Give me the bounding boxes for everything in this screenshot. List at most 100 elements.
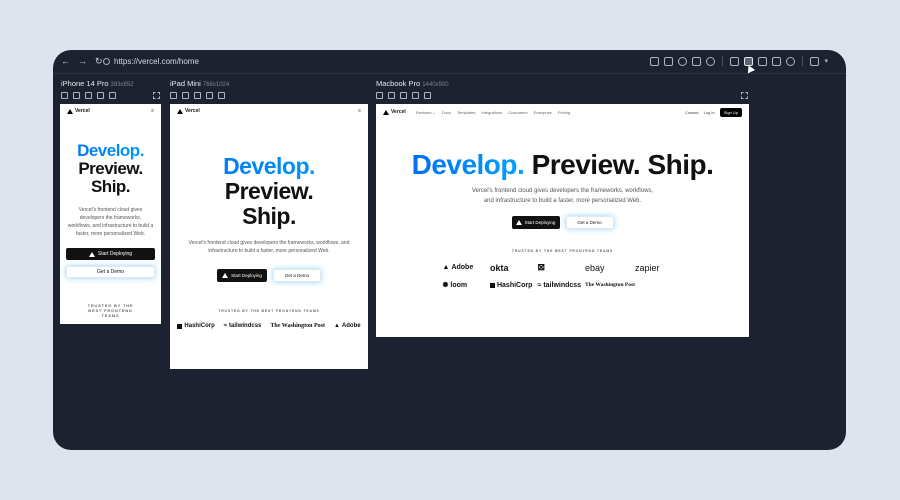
site-nav: Vercel Features ⌄ Docs Templates Integra…: [376, 104, 749, 120]
get-demo-button[interactable]: Get a Demo: [273, 269, 321, 282]
vercel-logo[interactable]: Vercel: [67, 108, 90, 114]
hero-buttons: Start Deploying Get a Demo: [376, 216, 749, 229]
hero-description: Vercel's frontend cloud gives developers…: [188, 240, 350, 254]
chevron-down-icon[interactable]: ▾: [824, 57, 828, 65]
device-name: Macbook Pro: [376, 79, 421, 88]
star-icon[interactable]: [706, 56, 716, 66]
trusted-heading: TRUSTED BY THE BEST FRONTEND TEAMS: [511, 249, 614, 253]
copy-icon[interactable]: [109, 92, 116, 99]
under-armour-icon: ⊠: [537, 262, 546, 272]
washington-post-logo: The Washington Post: [584, 282, 635, 288]
device-name: iPad Mini: [170, 79, 201, 88]
address-bar[interactable]: https://vercel.com/home: [103, 57, 199, 66]
menu-icon[interactable]: ≡: [151, 108, 154, 114]
get-demo-button[interactable]: Get a Demo: [66, 266, 155, 278]
code-icon[interactable]: [412, 92, 419, 99]
wifi-icon[interactable]: [678, 56, 688, 66]
forward-button[interactable]: →: [78, 56, 87, 67]
device-label-iphone: iPhone 14 Pro 393x852: [61, 79, 134, 88]
iphone-frame: Vercel ≡ Develop. Preview. Ship. Vercel'…: [60, 104, 161, 324]
code-icon[interactable]: [206, 92, 213, 99]
adobe-logo: ▲ Adobe: [333, 323, 361, 329]
hero-heading: Develop. Preview. Ship.: [170, 154, 368, 229]
nav-customers[interactable]: Customers: [508, 110, 527, 115]
vercel-logo[interactable]: Vercel: [383, 109, 406, 115]
rotate-icon[interactable]: [170, 92, 177, 99]
camera-icon[interactable]: [182, 92, 189, 99]
adobe-logo: ▲ Adobe: [442, 264, 474, 271]
code-icon[interactable]: [97, 92, 104, 99]
menu-icon[interactable]: ≡: [358, 108, 361, 114]
tailwind-wave-icon: ≈: [223, 323, 228, 329]
expand-icon[interactable]: [741, 92, 748, 99]
toolbar-divider: [722, 56, 724, 66]
start-deploying-button[interactable]: Start Deploying: [511, 216, 560, 229]
screenshot-active-icon[interactable]: [744, 56, 756, 73]
contact-link[interactable]: Contact: [685, 110, 699, 115]
rotate-icon[interactable]: [376, 92, 383, 99]
washington-post-logo: The Washington Post: [270, 323, 325, 329]
nav-features[interactable]: Features ⌄: [416, 110, 436, 115]
responsive-icon[interactable]: [650, 56, 660, 66]
nav-pricing[interactable]: Pricing: [558, 110, 570, 115]
login-link[interactable]: Log In: [704, 110, 715, 115]
edit-icon[interactable]: [400, 92, 407, 99]
camera-icon[interactable]: [388, 92, 395, 99]
camera-icon[interactable]: [73, 92, 80, 99]
home-icon[interactable]: [692, 56, 702, 66]
logo-grid: ▲ Adobe okta ⊠ ebay zapier ✺ loom HashiCor…: [443, 262, 683, 289]
ipad-frame: Vercel ≡ Develop. Preview. Ship. Vercel'…: [170, 104, 368, 369]
layers-icon[interactable]: [786, 56, 796, 66]
nav-enterprise[interactable]: Enterprise: [534, 110, 552, 115]
device-tools-ipad: [170, 92, 225, 99]
layout-icon[interactable]: [810, 56, 820, 66]
edit-icon[interactable]: [85, 92, 92, 99]
file-icon[interactable]: [772, 56, 782, 66]
camera-icon[interactable]: [758, 56, 768, 66]
reload-button[interactable]: ↻: [95, 56, 103, 67]
device-tools-macbook: [376, 92, 431, 99]
start-deploying-button[interactable]: Start Deploying: [217, 269, 267, 282]
hero-description: Vercel's frontend cloud gives developers…: [67, 207, 154, 237]
rotate-icon[interactable]: [61, 92, 68, 99]
adobe-icon: ▲: [333, 323, 340, 329]
rotate-icon[interactable]: [730, 56, 740, 66]
device-icon[interactable]: [664, 56, 674, 66]
vercel-triangle-icon: [222, 273, 229, 278]
mouse-cursor-icon: [745, 63, 756, 73]
globe-icon: [103, 58, 110, 65]
device-dims: 1440x900: [422, 82, 449, 88]
hero-description: Vercel's frontend cloud gives developers…: [471, 188, 654, 204]
zapier-logo: zapier: [635, 262, 660, 273]
nav-integrations[interactable]: Integrations: [481, 110, 502, 115]
nav-left: Vercel Features ⌄ Docs Templates Integra…: [383, 109, 570, 115]
hashicorp-logo: HashiCorp: [489, 281, 538, 289]
get-demo-button[interactable]: Get a Demo: [565, 216, 614, 229]
edit-icon[interactable]: [194, 92, 201, 99]
start-deploying-button[interactable]: Start Deploying: [66, 248, 155, 260]
copy-icon[interactable]: [424, 92, 431, 99]
vercel-logo[interactable]: Vercel: [177, 108, 200, 114]
nav-buttons: ← → ↻: [61, 56, 103, 67]
tailwindcss-logo: ≈ tailwindcss: [223, 323, 262, 329]
nav-templates[interactable]: Templates: [457, 110, 475, 115]
site-nav: Vercel ≡: [170, 104, 368, 118]
hashicorp-icon: [489, 282, 495, 288]
loom-logo: ✺ loom: [442, 281, 468, 290]
ebay-logo: ebay: [584, 262, 605, 273]
tailwind-wave-icon: ≈: [537, 281, 542, 289]
expand-icon[interactable]: [153, 92, 160, 99]
hero-heading: Develop. Preview. Ship.: [411, 149, 714, 180]
toolbar-divider: [802, 56, 804, 66]
back-button[interactable]: ←: [61, 56, 70, 67]
vercel-triangle-icon: [67, 108, 73, 114]
device-dims: 768x1024: [202, 82, 230, 88]
tailwindcss-logo: ≈ tailwindcss: [537, 281, 582, 289]
signup-button[interactable]: Sign Up: [719, 107, 742, 117]
copy-icon[interactable]: [218, 92, 225, 99]
trusted-heading: TRUSTED BY THE BEST FRONTEND TEAMS: [87, 303, 134, 318]
url-text[interactable]: https://vercel.com/home: [114, 57, 199, 66]
macbook-frame: Vercel Features ⌄ Docs Templates Integra…: [376, 104, 749, 337]
nav-docs[interactable]: Docs: [442, 110, 451, 115]
nav-links: Features ⌄ Docs Templates Integrations C…: [416, 110, 570, 115]
